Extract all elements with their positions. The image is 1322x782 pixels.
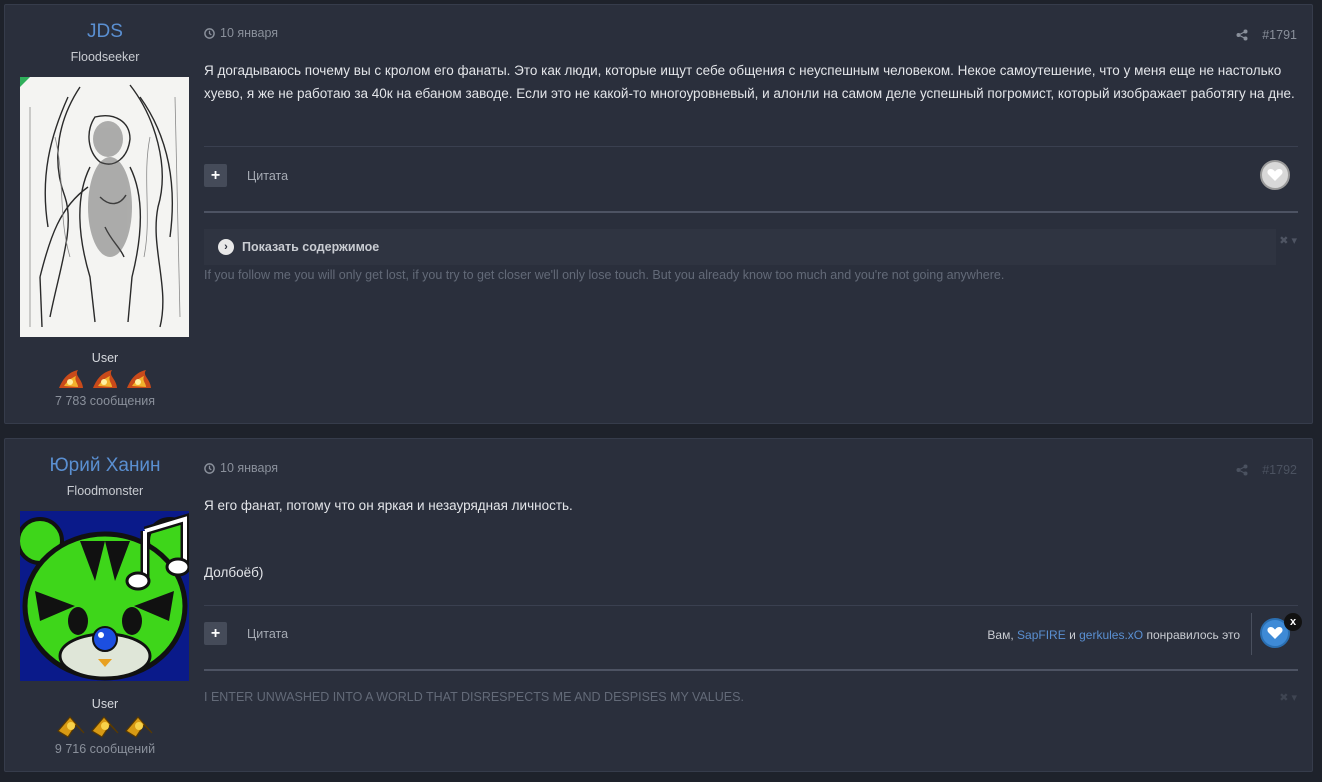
post-date[interactable]: 10 января [204,26,278,40]
rank-badges [55,368,155,394]
post-meta-right: #1791 [1236,28,1297,42]
post-paragraph: Я догадываюсь почему вы с кролом его фан… [204,63,1295,101]
share-icon[interactable] [1236,464,1248,476]
remove-reaction-button[interactable]: x [1284,613,1302,631]
author-avatar[interactable] [20,511,189,681]
close-icon[interactable]: ✖ [1279,234,1288,247]
reaction-summary: Вам, SapFIRE и gerkules.xO понравилось э… [987,628,1240,642]
share-icon[interactable] [1236,29,1248,41]
reaction-prefix: Вам, [987,628,1014,642]
rank-badges [55,713,155,739]
flame-badge-icon [59,370,83,388]
quote-button[interactable]: Цитата [247,627,288,641]
post-date-text: 10 января [220,26,279,40]
chevron-right-icon: › [218,239,234,255]
clock-icon [204,462,215,474]
heart-icon [1267,627,1283,639]
post-separator [204,146,1298,147]
signature-text: If you follow me you will only get lost,… [204,268,1005,282]
chevron-down-icon[interactable]: ▾ [1291,691,1297,704]
gold-star-badge-icon [125,716,153,738]
clock-icon [204,27,215,39]
author-group: User [91,351,119,365]
quote-button[interactable]: Цитата [247,169,288,183]
multiquote-button[interactable]: + [204,622,227,645]
spoiler-toggle[interactable]: › Показать содержимое [204,229,1276,265]
gold-star-badge-icon [57,716,85,738]
post-content: Я его фанат, потому что он яркая и незау… [204,495,1300,584]
post-1792: Юрий Ханин Floodmonster User 9 716 сообщ… [4,438,1313,772]
online-indicator [20,77,30,87]
post-number[interactable]: #1792 [1262,463,1297,477]
post-date[interactable]: 10 января [204,461,278,475]
reaction-divider [1251,613,1252,655]
author-rank-title: Floodmonster [66,484,144,498]
reaction-conjunction: и [1069,628,1076,642]
author-name[interactable]: JDS [5,21,205,43]
post-separator [204,605,1298,606]
multiquote-button[interactable]: + [204,164,227,187]
reaction-suffix: понравилось это [1146,628,1240,642]
signature-controls[interactable]: ✖ ▾ [1279,691,1297,704]
author-rank-title: Floodseeker [70,50,140,64]
like-button[interactable] [1260,160,1290,190]
post-content: Я догадываюсь почему вы с кролом его фан… [204,60,1300,105]
signature-separator [204,669,1298,671]
spoiler-label: Показать содержимое [242,240,380,254]
flame-badge-icon [93,370,117,388]
signature-separator [204,211,1298,213]
signature-controls[interactable]: ✖ ▾ [1279,234,1297,247]
author-post-count: 7 783 сообщения [55,394,155,408]
reaction-user-link[interactable]: SapFIRE [1017,628,1066,642]
post-meta-right: #1792 [1236,463,1297,477]
author-post-count: 9 716 сообщений [54,742,156,756]
post-paragraph: Я его фанат, потому что он яркая и незау… [204,498,573,513]
post-date-text: 10 января [220,461,279,475]
post-paragraph: Долбоёб) [204,564,264,580]
heart-icon [1267,169,1283,181]
post-number[interactable]: #1791 [1262,28,1297,42]
signature-text: I ENTER UNWASHED INTO A WORLD THAT DISRE… [204,690,744,704]
author-avatar[interactable] [20,77,189,337]
author-group: User [91,697,119,711]
gold-star-badge-icon [91,716,119,738]
reaction-user-link[interactable]: gerkules.xO [1079,628,1143,642]
chevron-down-icon[interactable]: ▾ [1291,234,1297,247]
close-icon[interactable]: ✖ [1279,691,1288,704]
post-1791: JDS Floodseeker User 7 783 сообщения 10 … [4,4,1313,424]
author-name[interactable]: Юрий Ханин [5,455,205,477]
flame-badge-icon [127,370,151,388]
